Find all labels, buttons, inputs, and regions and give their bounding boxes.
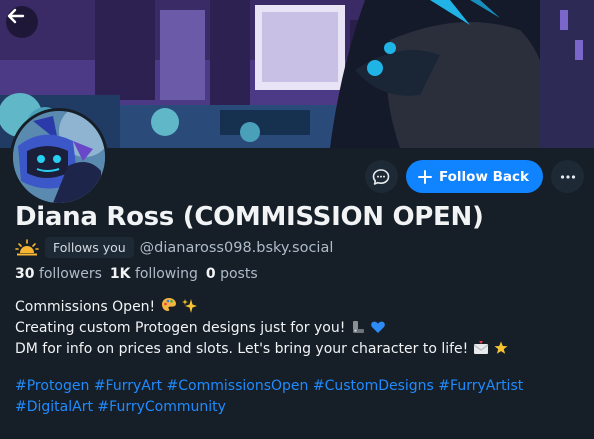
sunrise-icon [15,238,39,255]
blue-heart-emoji-icon [371,321,386,333]
follows-you-badge: Follows you [45,237,134,258]
bio-line: Commissions Open! [15,296,509,318]
hashtag-link[interactable]: #FurryArtist [438,378,523,394]
bio-line: Creating custom Protogen designs just fo… [15,318,509,339]
hashtag-link[interactable]: #DigitalArt [15,399,93,415]
back-button[interactable] [6,6,38,38]
avatar-image [13,111,105,203]
following-stat[interactable]: 1K following [110,266,198,282]
posts-label: posts [220,266,258,282]
sparkles-emoji-icon [182,299,198,313]
following-count: 1K [109,266,131,282]
hashtags: #Protogen #FurryArt #CommissionsOpen #Cu… [15,376,585,418]
chat-bubble-icon [373,168,390,185]
follow-back-button[interactable]: Follow Back [405,160,543,193]
posts-stat: 0 posts [206,266,258,282]
following-label: following [134,266,198,282]
follow-back-label: Follow Back [438,168,529,185]
avatar[interactable] [10,108,108,206]
bio-line-text: DM for info on prices and slots. Let's b… [15,341,469,357]
mechanical-arm-emoji-icon [352,321,364,333]
message-button[interactable] [364,160,398,193]
bio-line: DM for info on prices and slots. Let's b… [15,339,509,360]
hashtag-link[interactable]: #Protogen [15,378,89,394]
profile-handle[interactable]: @dianaross098.bsky.social [140,240,334,256]
followers-label: followers [38,266,102,282]
more-options-button[interactable] [551,160,584,193]
bio-line-text: Creating custom Protogen designs just fo… [15,320,346,336]
followers-count: 30 [15,266,35,282]
profile-bio: Commissions Open! Creating custom Protog… [15,296,509,360]
hashtag-link[interactable]: #CustomDesigns [313,378,434,394]
ellipsis-icon [560,174,575,179]
profile-actions: Follow Back [364,160,584,193]
display-name: Diana Ross (COMMISSION OPEN) [15,202,484,232]
glowing-star-emoji-icon [494,341,508,354]
plus-icon [417,169,432,184]
hashtag-link[interactable]: #FurryCommunity [97,399,225,415]
hashtag-link[interactable]: #CommissionsOpen [167,378,309,394]
palette-emoji-icon [161,298,176,311]
followers-stat[interactable]: 30 followers [15,266,102,282]
bio-line-text: Commissions Open! [15,299,156,315]
hashtag-link[interactable]: #FurryArt [94,378,162,394]
posts-count: 0 [205,266,216,282]
envelope-emoji-icon [473,341,489,354]
profile-meta-row: Follows you @dianaross098.bsky.social [15,237,333,258]
arrow-left-icon [7,8,25,24]
profile-stats: 30 followers 1K following 0 posts [15,266,258,282]
